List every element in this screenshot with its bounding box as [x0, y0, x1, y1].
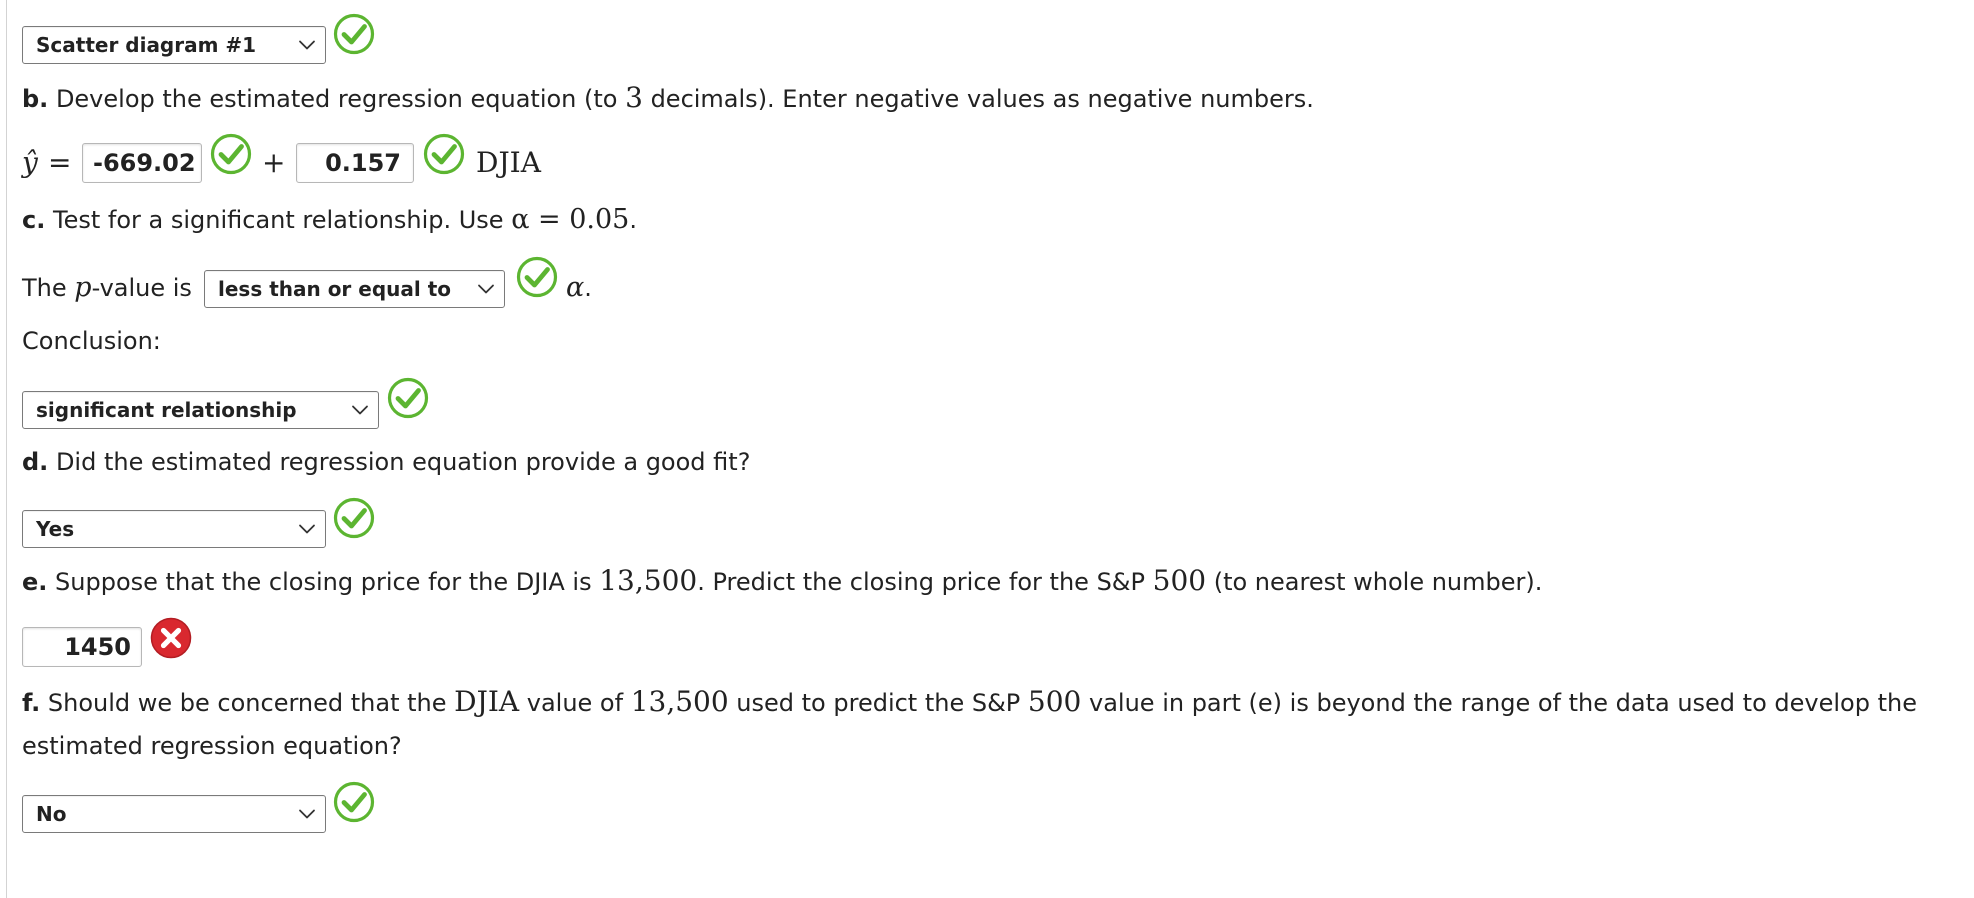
chevron-down-icon: [297, 519, 317, 539]
predicted-price-input[interactable]: 1450: [22, 627, 142, 667]
djia-variable: DJIA: [476, 146, 541, 179]
part-f-label: f.: [22, 689, 41, 717]
part-e-prompt-text-2: . Predict the closing price for the S&P: [697, 568, 1153, 596]
check-icon: [333, 13, 375, 55]
p-value-text-1: The: [22, 274, 75, 302]
p-value-label: The p-value is: [22, 273, 192, 303]
part-b-label: b.: [22, 85, 49, 113]
part-c-label: c.: [22, 206, 46, 234]
good-fit-dropdown[interactable]: Yes: [22, 510, 326, 548]
scatter-diagram-dropdown-value: Scatter diagram #1: [36, 33, 257, 57]
part-f-prompt-text-3: used to predict the S&P: [728, 689, 1028, 717]
y-hat-symbol: ŷ: [22, 146, 38, 179]
part-e-label: e.: [22, 568, 48, 596]
alpha-equation: α = 0.05: [511, 204, 630, 235]
equals-sign: =: [48, 146, 72, 179]
djia-term: DJIA: [454, 685, 520, 718]
chevron-down-icon: [297, 35, 317, 55]
part-e-prompt: e. Suppose that the closing price for th…: [22, 566, 1542, 597]
chevron-down-icon: [297, 804, 317, 824]
chevron-down-icon: [350, 400, 370, 420]
p-value-text-2: -value is: [91, 274, 192, 302]
check-icon: [423, 133, 465, 175]
p-symbol: p: [74, 272, 92, 303]
check-icon: [333, 781, 375, 823]
range-concern-dropdown-value: No: [36, 802, 67, 826]
slope-input[interactable]: 0.157: [296, 143, 414, 183]
part-c-prompt: c. Test for a significant relationship. …: [22, 205, 637, 235]
part-d-prompt: d. Did the estimated regression equation…: [22, 447, 750, 477]
check-icon: [333, 497, 375, 539]
part-b-prompt: b. Develop the estimated regression equa…: [22, 83, 1314, 114]
sp-500-value: 500: [1027, 685, 1082, 718]
part-f-prompt-text-4: value in part (e) is beyond the range of…: [1081, 689, 1917, 717]
p-value-comparison-dropdown[interactable]: less than or equal to: [204, 270, 505, 308]
alpha-period: .: [584, 274, 592, 302]
part-b-prompt-text-2: decimals). Enter negative values as nega…: [642, 85, 1314, 113]
chevron-down-icon: [476, 279, 496, 299]
p-value-comparison-value: less than or equal to: [218, 277, 451, 301]
alpha-symbol-text: α.: [566, 273, 592, 303]
part-d-prompt-text: Did the estimated regression equation pr…: [55, 448, 751, 476]
part-e-prompt-text-3: (to nearest whole number).: [1206, 568, 1543, 596]
scatter-diagram-dropdown[interactable]: Scatter diagram #1: [22, 26, 326, 64]
check-icon: [210, 133, 252, 175]
conclusion-label: Conclusion:: [22, 327, 161, 355]
x-icon: [150, 617, 192, 659]
intercept-input[interactable]: -669.02: [82, 143, 202, 183]
alpha-symbol: α: [566, 272, 585, 303]
part-f-prompt-text-1: Should we be concerned that the: [47, 689, 455, 717]
part-c-prompt-text: Test for a significant relationship. Use: [52, 206, 512, 234]
part-d-label: d.: [22, 448, 49, 476]
part-b-prompt-text-1: Develop the estimated regression equatio…: [55, 85, 626, 113]
part-e-prompt-text-1: Suppose that the closing price for the D…: [55, 568, 600, 596]
conclusion-dropdown-value: significant relationship: [36, 398, 297, 422]
part-c-period: .: [629, 206, 637, 234]
plus-sign: +: [262, 146, 286, 179]
sp-500-value: 500: [1152, 564, 1207, 597]
check-icon: [387, 377, 429, 419]
decimals-value: 3: [625, 81, 643, 114]
djia-value: 13,500: [630, 685, 729, 718]
djia-closing-value: 13,500: [599, 564, 698, 597]
good-fit-dropdown-value: Yes: [36, 517, 75, 541]
check-icon: [516, 256, 558, 298]
conclusion-dropdown[interactable]: significant relationship: [22, 391, 379, 429]
part-f-prompt-line-2: estimated regression equation?: [22, 732, 402, 760]
range-concern-dropdown[interactable]: No: [22, 795, 326, 833]
part-f-prompt-text-2: value of: [519, 689, 631, 717]
part-f-prompt: f. Should we be concerned that the DJIA …: [22, 687, 1917, 718]
